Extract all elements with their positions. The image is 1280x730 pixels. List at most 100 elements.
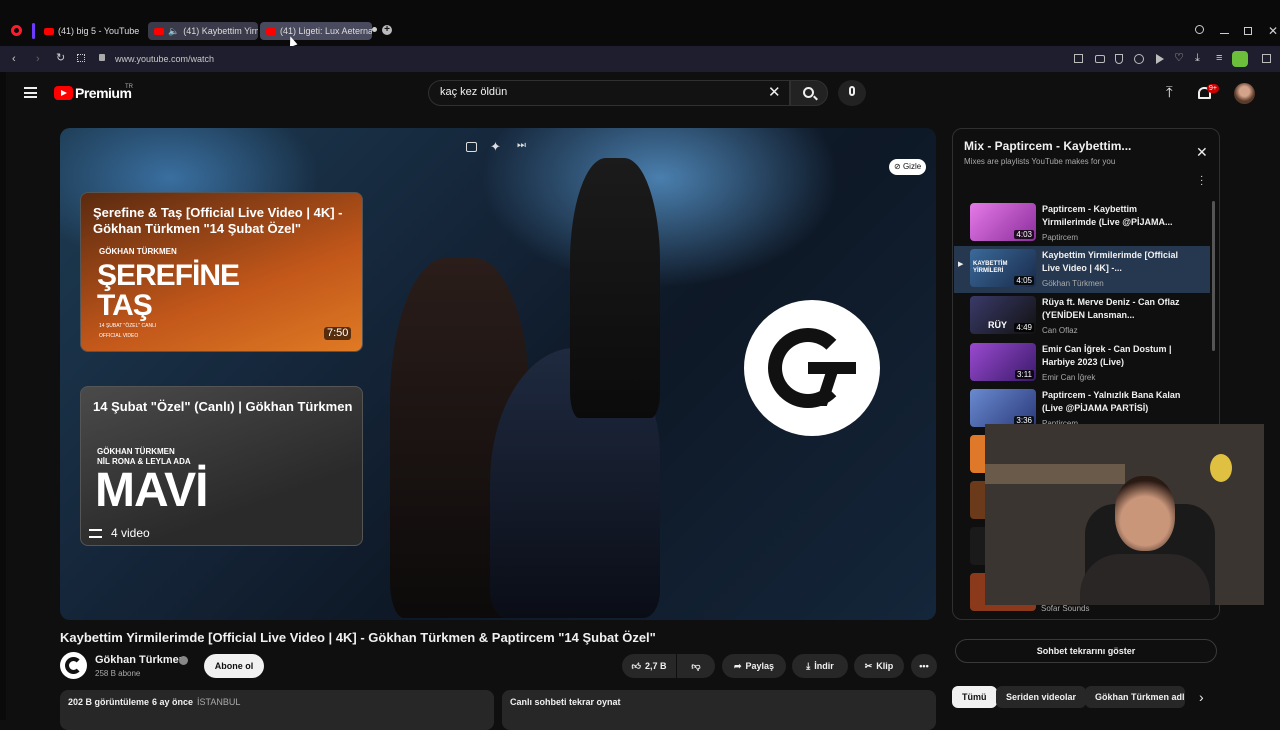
share-label: Paylaş bbox=[745, 661, 775, 671]
camera-icon[interactable] bbox=[1095, 55, 1105, 63]
account-avatar[interactable] bbox=[1234, 83, 1255, 104]
forward-icon[interactable]: › bbox=[36, 54, 40, 65]
dislike-button[interactable]: 👎︎ bbox=[677, 654, 715, 678]
easy-setup-icon[interactable]: ≡ bbox=[1216, 53, 1222, 64]
new-tab-button[interactable]: + bbox=[382, 25, 392, 35]
mix-item[interactable]: 4:03 Paptircem - Kaybettim Yirmilerimde … bbox=[954, 200, 1210, 247]
more-actions-button[interactable]: ••• bbox=[911, 654, 937, 678]
end-card-video[interactable]: Şerefine & Taş [Official Live Video | 4K… bbox=[80, 192, 363, 352]
mix-item[interactable]: 3:11 Emir Can İğrek - Can Dostum | Harbi… bbox=[954, 340, 1210, 387]
minimize-icon[interactable] bbox=[1220, 33, 1229, 34]
download-icon: ⤓ bbox=[806, 660, 811, 671]
mix-item-now-playing[interactable]: ▶ KAYBETTİM YİRMİLERİ 4:05 Kaybettim Yirm… bbox=[954, 246, 1210, 293]
mix-item-title: Emir Can İğrek - Can Dostum | Harbiye 20… bbox=[1042, 344, 1172, 367]
clip-button[interactable]: ✂ Klip bbox=[854, 654, 904, 678]
hide-cards-button[interactable]: ⊘ Gizle bbox=[889, 159, 927, 175]
mix-item-title: Kaybettim Yirmilerimde [Official Live Vi… bbox=[1042, 250, 1179, 273]
share-page-icon[interactable] bbox=[1074, 54, 1083, 63]
tab-big5[interactable]: (41) big 5 - YouTube bbox=[38, 22, 146, 40]
more-vertical-icon[interactable]: · · · bbox=[1200, 172, 1203, 190]
mix-item-thumb-text: KAYBETTİM YİRMİLERİ bbox=[973, 261, 1008, 274]
like-count: 2,7 B bbox=[644, 661, 667, 671]
restore-icon[interactable] bbox=[1244, 27, 1252, 35]
mix-item-channel: Emir Can İğrek bbox=[1042, 373, 1096, 382]
close-window-icon[interactable]: ✕ bbox=[1268, 25, 1278, 37]
end-card-playlist[interactable]: 14 Şubat "Özel" (Canlı) | Gökhan Türkmen… bbox=[80, 386, 363, 546]
more-horizontal-icon: ••• bbox=[919, 661, 929, 671]
tab-label: (41) big 5 - YouTube bbox=[58, 26, 140, 36]
back-icon[interactable]: ‹ bbox=[12, 54, 16, 65]
chip-series[interactable]: Seriden videolar bbox=[996, 686, 1087, 708]
youtube-logo-icon[interactable] bbox=[54, 86, 73, 100]
tab-kaybettim[interactable]: 🔈(41) Kaybettim Yirmile bbox=[148, 22, 258, 40]
search-tabs-icon[interactable] bbox=[1195, 25, 1204, 34]
chip-channel[interactable]: Gökhan Türkmen adlı bbox=[1085, 686, 1185, 708]
chip-label: Seriden videolar bbox=[1006, 692, 1077, 702]
mix-subtitle: Mixes are playlists YouTube makes for yo… bbox=[964, 157, 1116, 166]
clear-search-icon[interactable]: ✕ bbox=[768, 85, 781, 100]
skip-next-icon[interactable]: ⏭ bbox=[517, 141, 526, 151]
show-chat-replay-label: Sohbet tekrarını göster bbox=[1036, 646, 1136, 656]
tab-dot-icon bbox=[372, 27, 377, 32]
menu-icon[interactable] bbox=[24, 87, 37, 98]
voice-search-button[interactable] bbox=[838, 80, 866, 106]
workspace-indicator[interactable] bbox=[32, 23, 35, 39]
speed-dial-icon[interactable] bbox=[77, 54, 85, 62]
url-text[interactable]: www.youtube.com/watch bbox=[115, 54, 214, 64]
download-button[interactable]: ⤓ İndir bbox=[792, 654, 848, 678]
end-card-art-title: ŞEREFİNE bbox=[97, 259, 240, 292]
channel-avatar[interactable] bbox=[60, 652, 87, 679]
hide-label: Gizle bbox=[902, 162, 922, 171]
upload-icon[interactable]: ⤒ bbox=[1166, 85, 1173, 100]
vpn-icon[interactable] bbox=[1156, 54, 1164, 64]
box-icon[interactable] bbox=[1262, 54, 1271, 63]
location-tag[interactable]: İSTANBUL bbox=[197, 698, 240, 707]
chip-label: Gökhan Türkmen adlı bbox=[1095, 692, 1185, 702]
performer-silhouette bbox=[570, 158, 660, 418]
download-browser-icon[interactable]: ⤓ bbox=[1195, 53, 1200, 64]
reload-icon[interactable]: ↻ bbox=[56, 53, 65, 64]
mix-item[interactable]: RÜY 4:49 Rüya ft. Merve Deniz - Can Oflaz… bbox=[954, 293, 1210, 340]
verified-badge-icon bbox=[179, 656, 188, 665]
chip-all[interactable]: Tümü bbox=[952, 686, 997, 708]
webcam-overlay bbox=[985, 424, 1264, 605]
mix-item-thumbnail: RÜY 4:49 bbox=[970, 296, 1036, 334]
youtube-brand[interactable]: Premium bbox=[75, 86, 132, 100]
extension-icon[interactable] bbox=[1134, 54, 1144, 64]
heart-icon[interactable]: ♡ bbox=[1174, 53, 1184, 64]
region-code: TR bbox=[125, 84, 133, 90]
search-input[interactable]: kaç kez öldün bbox=[440, 87, 740, 98]
thumbs-up-icon: 👍︎ bbox=[631, 660, 641, 671]
end-card-title: 14 Şubat "Özel" (Canlı) | Gökhan Türkmen bbox=[93, 399, 353, 414]
now-playing-icon: ▶ bbox=[958, 261, 964, 268]
chevron-right-icon[interactable]: › bbox=[1199, 690, 1204, 704]
close-mix-icon[interactable]: ✕ bbox=[1196, 145, 1208, 159]
thumbs-down-icon: 👎︎ bbox=[691, 660, 701, 671]
mix-item-thumbnail: 3:36 bbox=[970, 389, 1036, 427]
end-card-art-subtitle: 14 ŞUBAT "ÖZEL" CANLI bbox=[99, 323, 157, 329]
streamer-body bbox=[1080, 554, 1210, 605]
like-button[interactable]: 👍︎ 2,7 B bbox=[622, 654, 676, 678]
channel-watermark-logo[interactable] bbox=[744, 300, 880, 436]
mix-item-title: Paptircem - Kaybettim Yirmilerimde (Live… bbox=[1042, 204, 1173, 227]
description-box[interactable] bbox=[60, 690, 494, 730]
chat-replay-label: Canlı sohbeti tekrar oynat bbox=[510, 697, 621, 707]
profile-avatar-icon[interactable] bbox=[1232, 51, 1248, 67]
mix-item-duration: 4:49 bbox=[1014, 323, 1034, 332]
shield-icon[interactable] bbox=[1115, 54, 1123, 64]
opera-logo-icon[interactable] bbox=[11, 25, 22, 36]
subscribe-button[interactable]: Abone ol bbox=[204, 654, 264, 678]
video-player[interactable]: ✦ ⏭ ⊘ Gizle Şerefine & Taş [Official Liv… bbox=[60, 128, 936, 620]
channel-name[interactable]: Gökhan Türkmen bbox=[95, 655, 185, 666]
mix-scrollbar[interactable] bbox=[1212, 201, 1215, 351]
tab-ligeti[interactable]: (41) Ligeti: Lux Aeterna× bbox=[260, 22, 372, 40]
mix-title[interactable]: Mix - Paptircem - Kaybettim... bbox=[964, 140, 1131, 152]
show-chat-replay-button[interactable]: Sohbet tekrarını göster bbox=[955, 639, 1217, 663]
video-duration: 7:50 bbox=[324, 327, 352, 340]
browser-sidebar bbox=[0, 46, 6, 720]
sparkle-icon[interactable]: ✦ bbox=[490, 140, 501, 153]
search-button[interactable] bbox=[790, 80, 828, 106]
chat-replay-panel[interactable] bbox=[502, 690, 936, 730]
share-button[interactable]: ➦ Paylaş bbox=[722, 654, 786, 678]
miniplayer-icon[interactable] bbox=[466, 142, 477, 152]
